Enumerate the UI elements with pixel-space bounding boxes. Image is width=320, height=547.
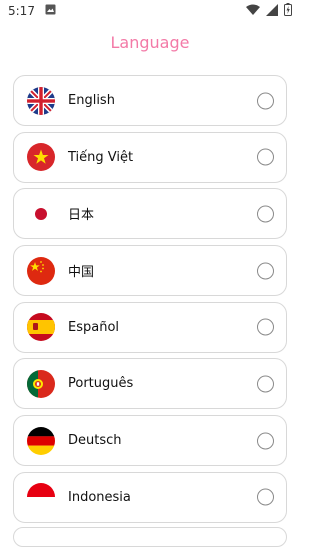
- japan-flag-icon: [27, 199, 55, 228]
- image-notification-icon: [45, 4, 56, 18]
- language-label: 中国: [68, 265, 95, 281]
- language-label: Indonesia: [68, 489, 131, 505]
- battery-icon: [284, 3, 292, 19]
- portugal-flag-icon: [27, 369, 55, 398]
- language-item-chinese[interactable]: 中国: [13, 245, 287, 297]
- language-label: 日本: [68, 208, 95, 224]
- indonesia-flag-icon: [27, 483, 55, 512]
- language-item-vietnamese[interactable]: Tiếng Việt: [13, 131, 287, 183]
- language-label: Português: [68, 376, 134, 392]
- radio-button[interactable]: [257, 262, 274, 280]
- status-time: 5:17: [8, 4, 35, 18]
- page-title: Language: [110, 33, 190, 52]
- language-item-japanese[interactable]: 日本: [13, 188, 287, 240]
- language-item-spanish[interactable]: Español: [13, 301, 287, 353]
- radio-button[interactable]: [257, 375, 274, 393]
- uk-flag-icon: [27, 86, 55, 115]
- language-label: English: [68, 93, 115, 108]
- radio-button[interactable]: [257, 205, 274, 223]
- radio-button[interactable]: [257, 432, 274, 450]
- radio-button[interactable]: [257, 488, 274, 506]
- language-item-portuguese[interactable]: Português: [13, 358, 287, 410]
- germany-flag-icon: [27, 426, 55, 455]
- language-label: Tiếng Việt: [68, 149, 134, 165]
- radio-button[interactable]: [257, 92, 274, 109]
- language-item-english[interactable]: English: [13, 75, 287, 126]
- language-item-german[interactable]: Deutsch: [13, 415, 287, 467]
- vietnam-flag-icon: [27, 143, 55, 172]
- language-label: Español: [68, 319, 120, 335]
- china-flag-icon: [27, 256, 55, 285]
- wifi-icon: [246, 4, 260, 19]
- language-label: Deutsch: [68, 433, 122, 449]
- language-list: English Tiếng Việt 日本 中国 Español Portugu…: [13, 75, 287, 529]
- status-bar: 5:17: [0, 0, 300, 22]
- signal-icon: [266, 3, 278, 19]
- language-item-indonesian[interactable]: Indonesia: [13, 471, 287, 523]
- list-item-partial[interactable]: [13, 527, 287, 547]
- spain-flag-icon: [27, 313, 55, 342]
- radio-button[interactable]: [257, 318, 274, 336]
- radio-button[interactable]: [257, 148, 274, 166]
